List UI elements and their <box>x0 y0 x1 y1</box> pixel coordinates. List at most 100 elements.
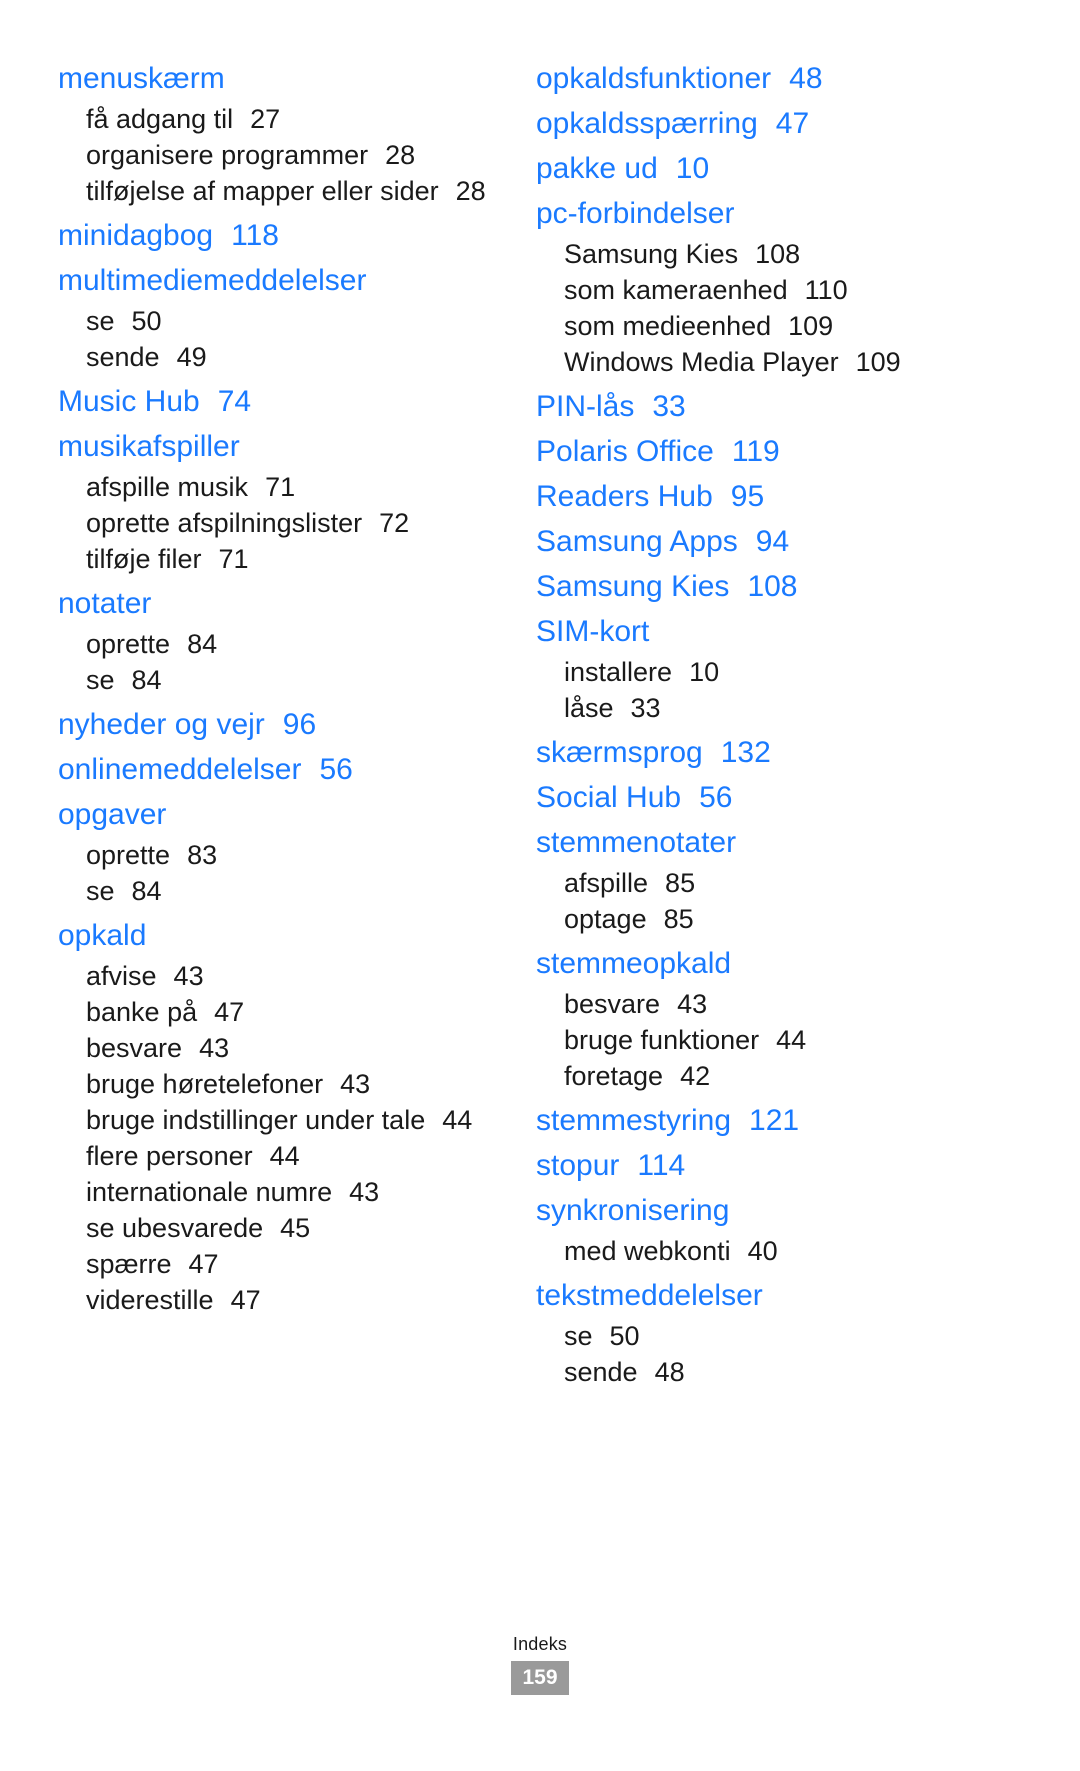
index-subentry[interactable]: som kameraenhed 110 <box>536 272 958 308</box>
index-subentry[interactable]: flere personer 44 <box>58 1138 498 1174</box>
index-term-label: Samsung Kies <box>536 570 730 603</box>
index-subentry[interactable]: låse 33 <box>536 690 958 726</box>
index-term-label: pakke ud <box>536 152 658 185</box>
index-entry: Samsung Kies 108 <box>536 564 958 609</box>
index-subentry[interactable]: foretage 42 <box>536 1058 958 1094</box>
index-entry-term[interactable]: stemmestyring 121 <box>536 1098 958 1143</box>
index-subentry[interactable]: besvare 43 <box>58 1030 498 1066</box>
index-entry-term[interactable]: minidagbog 118 <box>58 213 498 258</box>
index-term-label: minidagbog <box>58 219 214 252</box>
index-subentry[interactable]: afvise 43 <box>58 958 498 994</box>
index-subentry[interactable]: se 50 <box>58 303 498 339</box>
index-entry: tekstmeddelelser se 50 sende 48 <box>536 1273 958 1390</box>
index-term-page: 121 <box>749 1104 800 1137</box>
index-entry-term[interactable]: SIM-kort <box>536 609 958 654</box>
index-entry-term[interactable]: Social Hub 56 <box>536 775 958 820</box>
index-entry-term[interactable]: opkald <box>58 913 498 958</box>
index-entry-term[interactable]: Polaris Office 119 <box>536 429 958 474</box>
index-subentry-page: 44 <box>776 1025 807 1055</box>
index-term-label: onlinemeddelelser <box>58 753 302 786</box>
index-entry: opkald afvise 43 banke på 47 besvare 43 bruge h… <box>58 913 498 1318</box>
index-term-page: 96 <box>282 708 317 741</box>
index-entry-term[interactable]: Music Hub 74 <box>58 379 498 424</box>
index-subentry-page: 44 <box>269 1141 300 1171</box>
index-subentry-label: se <box>86 665 115 695</box>
index-entry-term[interactable]: stemmeopkald <box>536 941 958 986</box>
index-subentry-label: besvare <box>86 1033 183 1063</box>
index-entry-term[interactable]: notater <box>58 581 498 626</box>
index-entry: pakke ud 10 <box>536 146 958 191</box>
index-entry-term[interactable]: onlinemeddelelser 56 <box>58 747 498 792</box>
index-subentry-page: 71 <box>218 544 249 574</box>
index-entry-term[interactable]: opkaldsfunktioner 48 <box>536 56 958 101</box>
index-subentry[interactable]: se 84 <box>58 662 498 698</box>
index-entry-term[interactable]: synkronisering <box>536 1188 958 1233</box>
index-subentry[interactable]: sende 48 <box>536 1354 958 1390</box>
index-entry-term[interactable]: menuskærm <box>58 56 498 101</box>
index-term-page: 33 <box>652 390 686 423</box>
index-term-label: opgaver <box>58 798 167 831</box>
index-subentry[interactable]: banke på 47 <box>58 994 498 1030</box>
index-entry-term[interactable]: PIN-lås 33 <box>536 384 958 429</box>
index-subentry[interactable]: tilføje filer 71 <box>58 541 498 577</box>
index-term-label: pc-forbindelser <box>536 197 735 230</box>
index-subentry-label: sende <box>564 1357 638 1387</box>
index-subentry[interactable]: bruge funktioner 44 <box>536 1022 958 1058</box>
index-subentry-page: 83 <box>187 840 218 870</box>
index-entry-term[interactable]: tekstmeddelelser <box>536 1273 958 1318</box>
index-subentry-label: flere personer <box>86 1141 253 1171</box>
index-subentry[interactable]: med webkonti 40 <box>536 1233 958 1269</box>
index-subentry-page: 47 <box>230 1285 261 1315</box>
index-subentry[interactable]: få adgang til 27 <box>58 101 498 137</box>
index-subentry[interactable]: afspille musik 71 <box>58 469 498 505</box>
index-subentry[interactable]: organisere programmer 28 <box>58 137 498 173</box>
index-subentry[interactable]: se 50 <box>536 1318 958 1354</box>
index-entry-term[interactable]: opkaldsspærring 47 <box>536 101 958 146</box>
index-term-label: Polaris Office <box>536 435 714 468</box>
index-entry-term[interactable]: Readers Hub 95 <box>536 474 958 519</box>
index-subentry-page: 43 <box>349 1177 380 1207</box>
index-entry-term[interactable]: skærmsprog 132 <box>536 730 958 775</box>
index-subentry[interactable]: besvare 43 <box>536 986 958 1022</box>
index-subentry[interactable]: Windows Media Player 109 <box>536 344 958 380</box>
index-entry-term[interactable]: Samsung Kies 108 <box>536 564 958 609</box>
index-subentry[interactable]: viderestille 47 <box>58 1282 498 1318</box>
index-subentry[interactable]: se ubesvarede 45 <box>58 1210 498 1246</box>
index-subentry[interactable]: sende 49 <box>58 339 498 375</box>
index-subentry[interactable]: Samsung Kies 108 <box>536 236 958 272</box>
index-entry-term[interactable]: musikafspiller <box>58 424 498 469</box>
index-entry-term[interactable]: stopur 114 <box>536 1143 958 1188</box>
index-subentry-label: banke på <box>86 997 198 1027</box>
index-subentry-page: 110 <box>804 275 848 305</box>
index-subentry-label: med webkonti <box>564 1236 731 1266</box>
index-subentry[interactable]: installere 10 <box>536 654 958 690</box>
index-subentry-label: afspille <box>564 868 649 898</box>
index-subentry[interactable]: som medieenhed 109 <box>536 308 958 344</box>
index-subentry[interactable]: oprette afspilningslister 72 <box>58 505 498 541</box>
index-entry-term[interactable]: Samsung Apps 94 <box>536 519 958 564</box>
index-entry-term[interactable]: pc-forbindelser <box>536 191 958 236</box>
index-subentry[interactable]: afspille 85 <box>536 865 958 901</box>
index-subentry[interactable]: oprette 83 <box>58 837 498 873</box>
index-subentry[interactable]: spærre 47 <box>58 1246 498 1282</box>
index-subentry-page: 28 <box>385 140 416 170</box>
index-subentry[interactable]: tilføjelse af mapper eller sider 28 <box>58 173 498 209</box>
index-subentry[interactable]: se 84 <box>58 873 498 909</box>
index-entry-term[interactable]: nyheder og vejr 96 <box>58 702 498 747</box>
index-subentry[interactable]: bruge indstillinger under tale 44 <box>58 1102 498 1138</box>
index-subentry-page: 85 <box>663 904 694 934</box>
index-entry: stemmestyring 121 <box>536 1098 958 1143</box>
index-entry-term[interactable]: stemmenotater <box>536 820 958 865</box>
right-column: opkaldsfunktioner 48 opkaldsspærring 47 pakk… <box>518 56 958 1394</box>
index-subentry-page: 85 <box>665 868 696 898</box>
index-entry-term[interactable]: opgaver <box>58 792 498 837</box>
index-entry-term[interactable]: multimediemeddelelser <box>58 258 498 303</box>
index-entry: nyheder og vejr 96 <box>58 702 498 747</box>
index-subentry-label: tilføjelse af mapper eller sider <box>86 176 439 206</box>
index-subentry[interactable]: optage 85 <box>536 901 958 937</box>
index-subentry-page: 28 <box>455 176 486 206</box>
index-subentry[interactable]: oprette 84 <box>58 626 498 662</box>
index-entry-term[interactable]: pakke ud 10 <box>536 146 958 191</box>
index-subentry[interactable]: bruge høretelefoner 43 <box>58 1066 498 1102</box>
index-subentry[interactable]: internationale numre 43 <box>58 1174 498 1210</box>
